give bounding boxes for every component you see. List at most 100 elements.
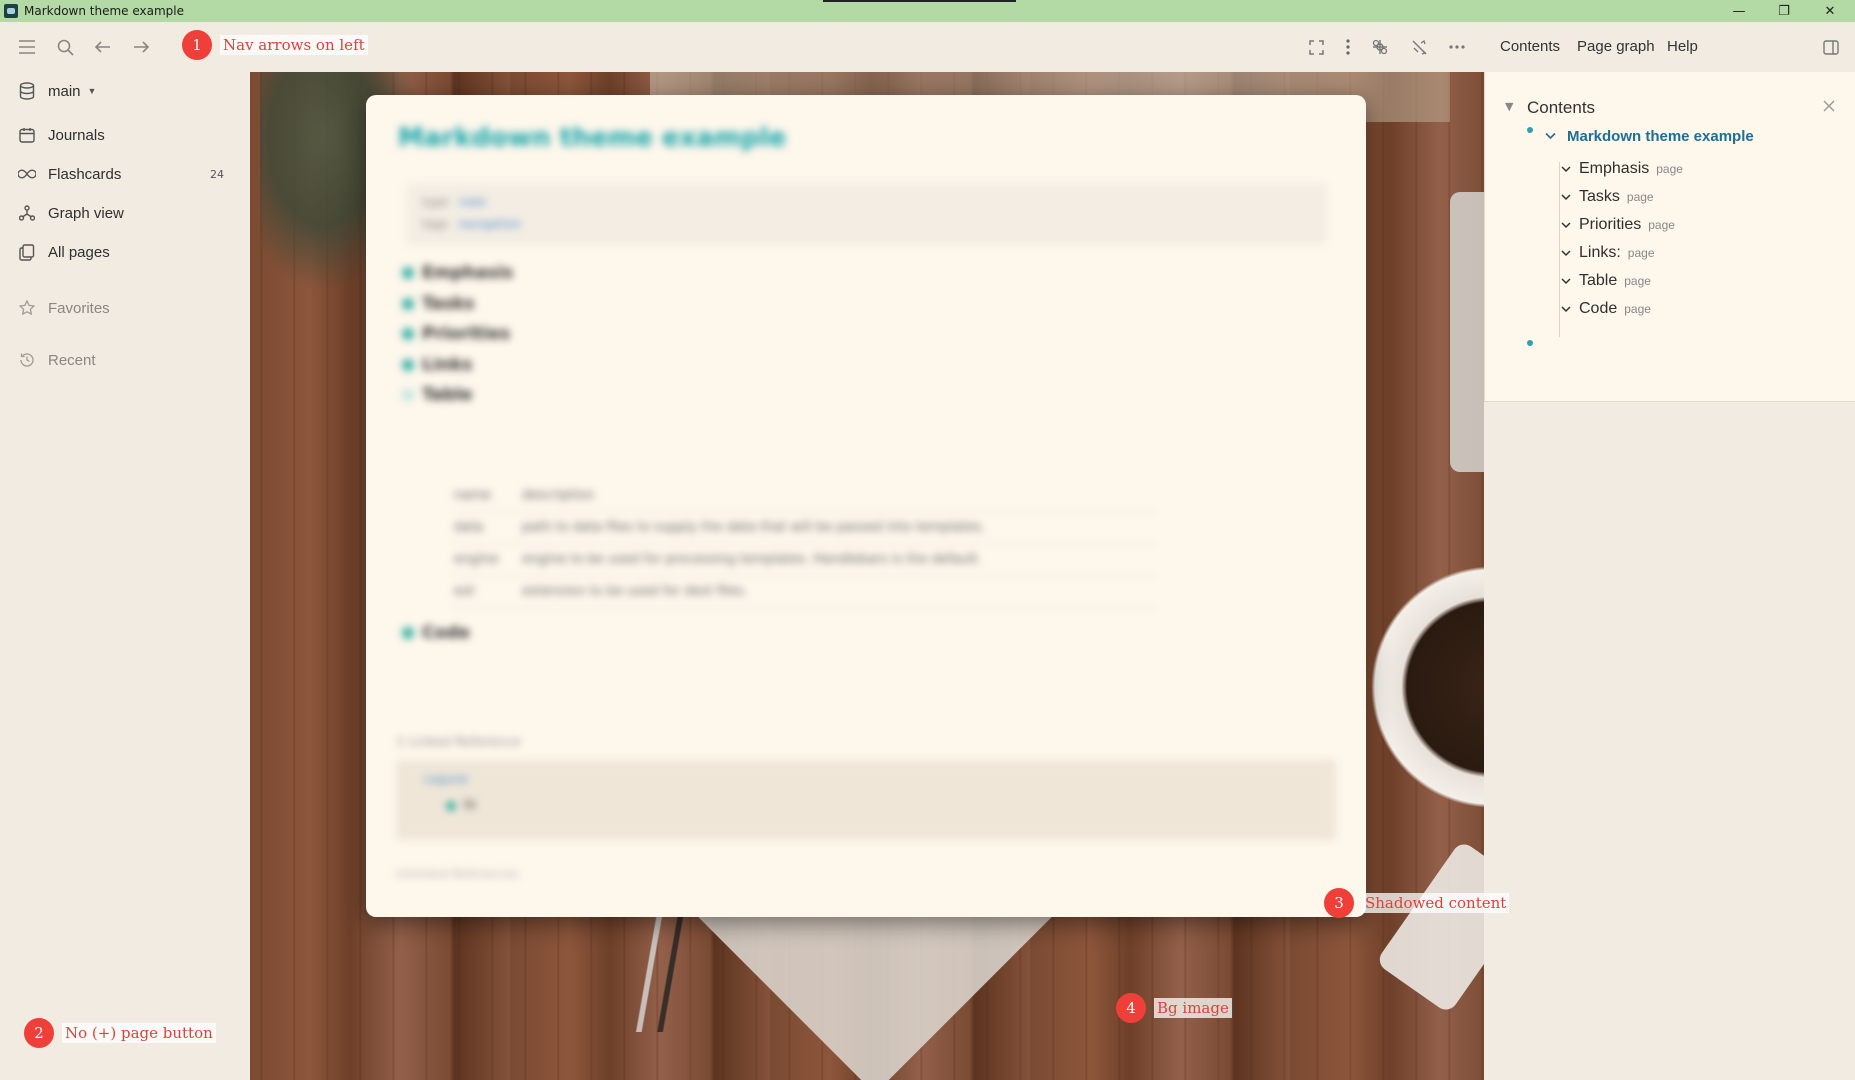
bullet-icon <box>402 328 414 340</box>
linked-references-heading[interactable]: 1 Linked Reference <box>396 735 520 750</box>
toc-tag: page <box>1627 246 1655 260</box>
block-code[interactable]: Code <box>402 623 470 643</box>
calendar-icon <box>18 126 36 144</box>
annotation-2: 2 No (+) page button <box>24 1018 216 1048</box>
menu-icon[interactable] <box>13 34 41 60</box>
markdown-table: name description data path to data files t… <box>454 480 1154 608</box>
toc-label: Tasks <box>1579 188 1620 205</box>
toc-item-code[interactable]: Code page <box>1561 300 1651 322</box>
table-row: ext extension to be used for dest files. <box>454 576 1154 608</box>
linked-references: Lagune hi <box>396 760 1336 840</box>
help-link[interactable]: Help <box>1667 38 1698 55</box>
annotation-4: 4 Bg image <box>1116 993 1232 1023</box>
property-value: note <box>458 195 486 209</box>
right-sidebar: ▼ Contents Markdown theme example Emphas… <box>1484 72 1855 1080</box>
restore-button[interactable]: ❐ <box>1762 0 1806 22</box>
chevron-down-icon[interactable] <box>1545 129 1556 143</box>
block-links[interactable]: Links <box>402 355 472 375</box>
block-table[interactable]: Table <box>402 385 472 405</box>
annotation-text: Bg image <box>1154 998 1232 1018</box>
block-priorities[interactable]: Priorities <box>402 324 510 344</box>
more-vertical-icon[interactable] <box>1334 34 1362 60</box>
toc-label: Emphasis <box>1579 160 1650 177</box>
chevron-down-icon <box>1561 274 1571 288</box>
close-window-button[interactable]: ✕ <box>1808 0 1852 22</box>
contents-link[interactable]: Contents <box>1500 38 1560 55</box>
bullet-icon <box>402 627 414 639</box>
infinity-icon <box>18 165 36 183</box>
ref-block[interactable]: hi <box>446 798 476 813</box>
main-content-area: Markdown theme example type note tags navi… <box>250 72 1484 1080</box>
sidebar-item-journals[interactable]: Journals <box>18 122 105 148</box>
arrow-left-icon[interactable] <box>89 34 117 60</box>
sidebar-item-flashcards[interactable]: Flashcards <box>18 161 121 187</box>
annotation-number: 1 <box>182 30 212 60</box>
close-icon[interactable] <box>1823 96 1835 117</box>
contents-panel: ▼ Contents Markdown theme example Emphas… <box>1484 72 1855 402</box>
block-label: Code <box>422 623 470 643</box>
fullscreen-icon[interactable] <box>1302 34 1330 60</box>
toc-label: Links: <box>1579 244 1621 261</box>
sidebar-item-label: Graph view <box>48 204 124 222</box>
toc-tag: page <box>1624 274 1651 288</box>
more-horizontal-icon[interactable] <box>1443 34 1471 60</box>
block-label: Links <box>422 355 473 375</box>
collapse-caret-icon[interactable]: ▼ <box>1505 100 1513 113</box>
toc-item-links[interactable]: Links: page <box>1561 244 1655 266</box>
table-row: engine engine to be used for processing t… <box>454 544 1154 576</box>
sidebar-recent[interactable]: Recent <box>18 347 96 373</box>
sidebar-favorites[interactable]: Favorites <box>18 295 110 321</box>
toc-tag: page <box>1656 162 1683 176</box>
block-tasks[interactable]: Tasks <box>402 294 474 314</box>
chevron-down-icon <box>1561 218 1571 232</box>
minimize-button[interactable]: — <box>1717 0 1761 22</box>
annotation-3: 3 Shadowed content <box>1324 888 1510 918</box>
bg-pens <box>600 912 720 1032</box>
property-key: tags <box>422 217 448 231</box>
table-row: data path to data files to supply the dat… <box>454 512 1154 544</box>
annotation-number: 3 <box>1324 888 1354 918</box>
contents-panel-title[interactable]: Contents <box>1527 98 1595 118</box>
toc-tag: page <box>1626 190 1654 204</box>
ref-page-link[interactable]: Lagune <box>424 772 468 786</box>
chevron-down-icon: ▼ <box>87 86 97 96</box>
bullet-icon <box>402 389 414 401</box>
annotation-1: 1 Nav arrows on left <box>182 30 368 60</box>
toc-item-priorities[interactable]: Priorities page <box>1561 216 1675 238</box>
table-header: name description <box>454 480 1154 512</box>
property-row: type note <box>422 195 486 209</box>
contents-root-link[interactable]: Markdown theme example <box>1567 128 1754 145</box>
sidebar-item-label: Flashcards <box>48 165 122 183</box>
toc-item-table[interactable]: Table page <box>1561 272 1651 294</box>
sidebar-item-label: All pages <box>48 243 110 261</box>
plugin-icon[interactable] <box>1366 34 1394 60</box>
bullet-icon[interactable] <box>1527 340 1533 346</box>
page-title[interactable]: Markdown theme example <box>398 123 786 153</box>
toc-item-tasks[interactable]: Tasks page <box>1561 188 1654 210</box>
history-icon <box>18 351 36 369</box>
unlinked-references[interactable]: Unlinked References <box>396 867 519 881</box>
sidebar-item-all-pages[interactable]: All pages <box>18 239 110 265</box>
sidebar-item-graph-view[interactable]: Graph view <box>18 200 124 226</box>
bullet-icon <box>402 298 414 310</box>
right-sidebar-icon[interactable] <box>1817 34 1845 60</box>
graph-selector[interactable]: main ▼ <box>18 78 96 104</box>
arrow-right-icon[interactable] <box>127 34 155 60</box>
annotation-text: Shadowed content <box>1362 893 1510 913</box>
toc-item-emphasis[interactable]: Emphasis page <box>1561 160 1683 182</box>
drag-handle[interactable] <box>823 0 1016 2</box>
left-sidebar: main ▼ Journals Flashcards 24 Graph view… <box>0 72 250 1080</box>
block-emphasis[interactable]: Emphasis <box>402 263 513 283</box>
flashcards-count-badge: 24 <box>210 168 224 181</box>
toc-tag: page <box>1648 218 1675 232</box>
app-logo-icon <box>4 4 18 18</box>
page-graph-link[interactable]: Page graph <box>1577 38 1655 55</box>
theme-icon[interactable] <box>1405 34 1433 60</box>
property-row: tags navigation <box>422 217 521 231</box>
bullet-icon[interactable] <box>1527 127 1533 133</box>
property-value: navigation <box>457 217 522 231</box>
search-icon[interactable] <box>51 34 79 60</box>
page-properties[interactable]: type note tags navigation <box>406 183 1326 245</box>
toc-label: Code <box>1579 300 1618 317</box>
block-label: Table <box>422 385 473 405</box>
